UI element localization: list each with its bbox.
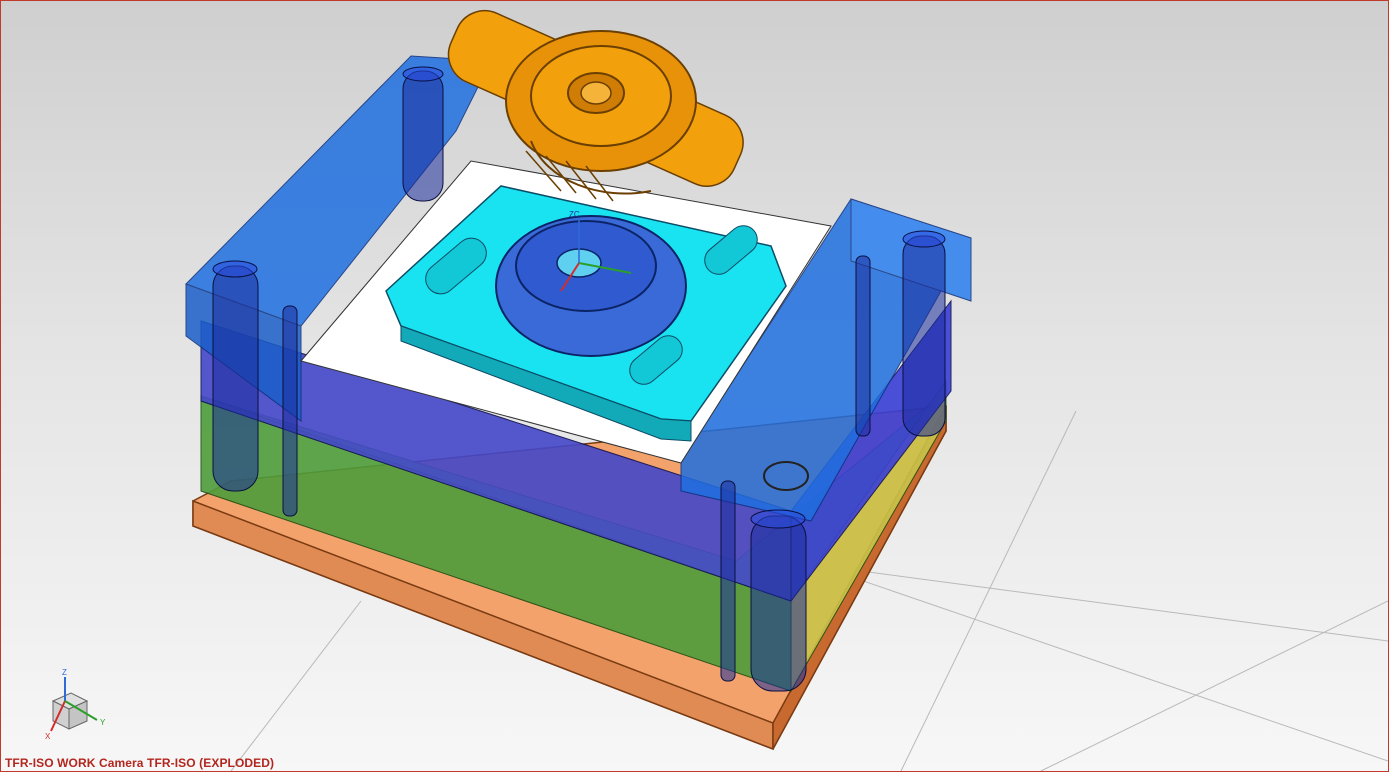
wcs-label: ZC <box>569 210 580 219</box>
model-scene[interactable]: ZC <box>1 1 1388 771</box>
triad-x-label: X <box>45 732 51 741</box>
triad-y-label: Y <box>100 718 106 727</box>
graphics-viewport[interactable]: ZC Z X Y TFR-ISO WORK Camera TFR-ISO (EX… <box>0 0 1389 772</box>
triad-z-label: Z <box>62 668 67 677</box>
view-status-text: TFR-ISO WORK Camera TFR-ISO (EXPLODED) <box>5 756 275 770</box>
view-triad[interactable]: Z X Y <box>31 663 121 753</box>
